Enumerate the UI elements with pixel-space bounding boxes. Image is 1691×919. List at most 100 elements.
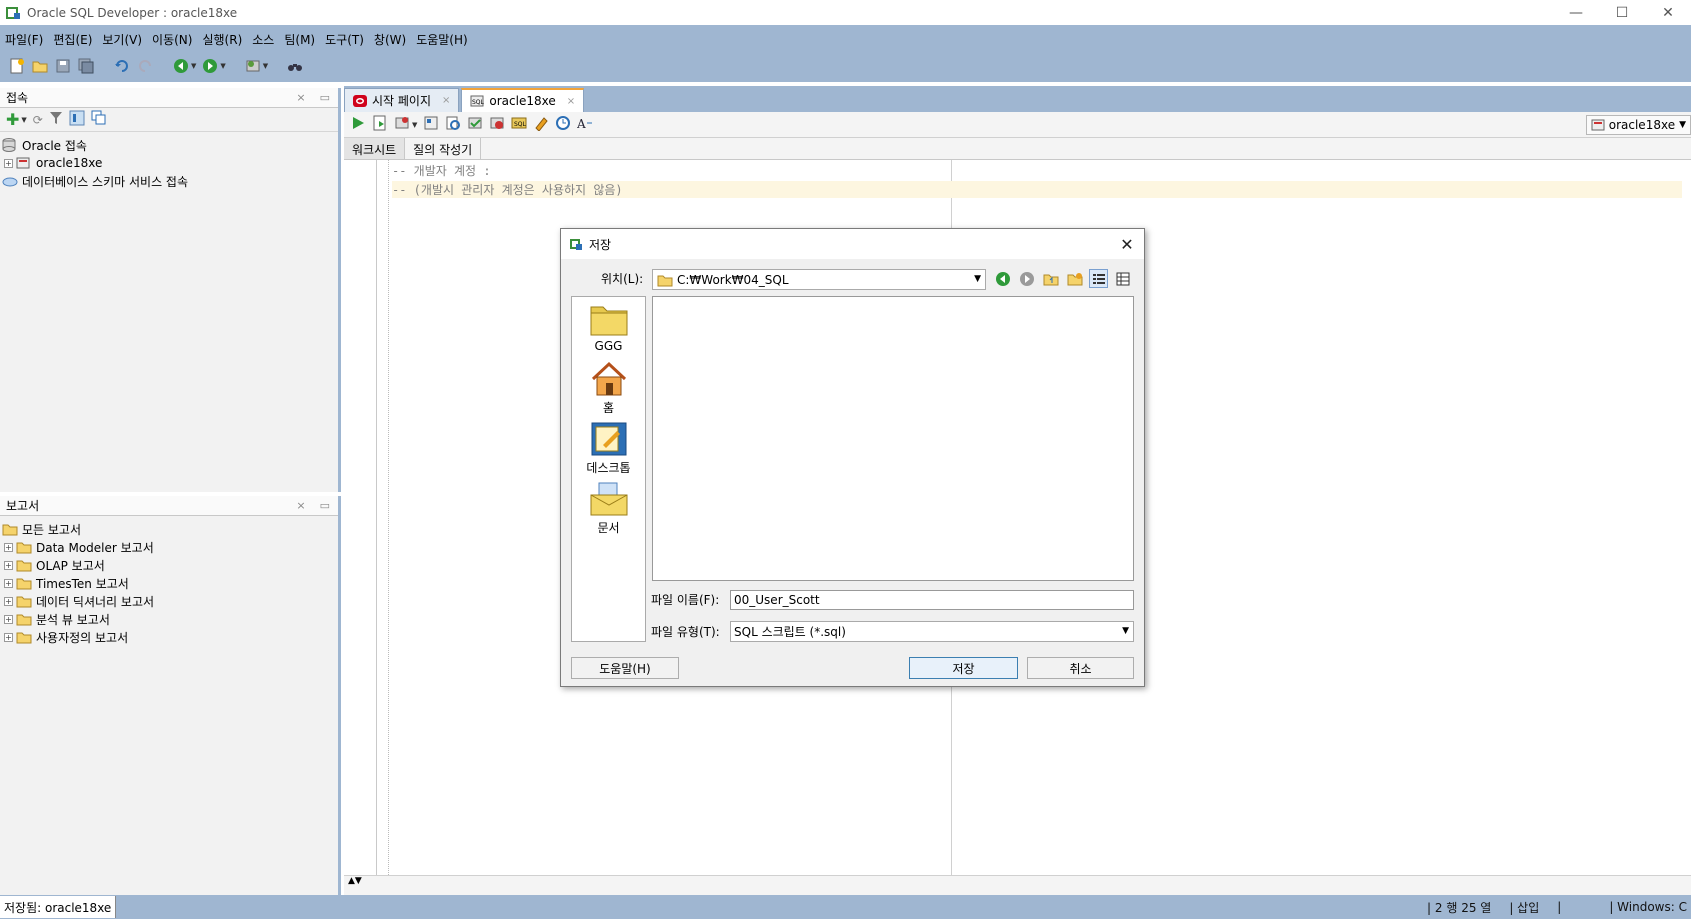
unshared-worksheet-icon[interactable]: SQL [511, 115, 527, 134]
editor-scroll-arrows[interactable]: ▲▼ [344, 875, 1691, 895]
close-icon[interactable]: ✕ [1116, 233, 1138, 255]
filter-icon[interactable] [49, 111, 63, 128]
sql-tuning-icon[interactable] [445, 115, 461, 134]
save-button[interactable]: 저장 [909, 657, 1018, 679]
save-icon[interactable] [54, 57, 72, 75]
menu-edit[interactable]: 편집(E) [48, 29, 97, 49]
connection-selector-value: oracle18xe [1608, 118, 1676, 132]
tree-item-timesten-reports[interactable]: + TimesTen 보고서 [0, 574, 338, 592]
add-connection-icon[interactable]: ✚ [6, 110, 19, 129]
cancel-button[interactable]: 취소 [1027, 657, 1134, 679]
rollback-icon[interactable] [489, 115, 505, 134]
file-list[interactable] [652, 296, 1134, 581]
menu-run[interactable]: 실행(R) [197, 29, 247, 49]
back-icon[interactable] [172, 57, 190, 75]
back-icon[interactable] [993, 269, 1012, 288]
autotrace-icon[interactable] [394, 115, 410, 134]
close-panel-icon[interactable]: × [296, 499, 305, 512]
format-icon[interactable]: A [576, 115, 593, 134]
close-tab-icon[interactable]: × [567, 96, 575, 107]
connections-toolbar: ✚ ▼ ⟳ [0, 108, 338, 132]
expand-icon[interactable]: + [4, 560, 13, 570]
new-file-icon[interactable] [8, 57, 26, 75]
commit-icon[interactable] [467, 115, 483, 134]
expand-icon[interactable]: + [4, 614, 13, 624]
tree-item-data-modeler-reports[interactable]: + Data Modeler 보고서 [0, 538, 338, 556]
tree-item-label: Data Modeler 보고서 [36, 540, 154, 555]
redo-icon[interactable] [136, 57, 154, 75]
add-connection-dropdown-icon[interactable]: ▼ [21, 116, 26, 124]
tab-oracle18xe[interactable]: SQL oracle18xe × [461, 88, 585, 112]
place-label: 문서 [597, 521, 620, 535]
tree-item-all-reports[interactable]: 모든 보고서 [0, 520, 338, 538]
place-documents[interactable]: 문서 [572, 481, 645, 536]
menu-tools[interactable]: 도구(T) [320, 29, 369, 49]
maximize-button[interactable]: ☐ [1599, 0, 1645, 25]
tab-worksheet[interactable]: 워크시트 [344, 138, 406, 159]
menu-window[interactable]: 창(W) [369, 29, 411, 49]
tree-item-data-dictionary-reports[interactable]: + 데이터 딕셔너리 보고서 [0, 592, 338, 610]
tree-item-olap-reports[interactable]: + OLAP 보고서 [0, 556, 338, 574]
tree-item-analytic-view-reports[interactable]: + 분석 뷰 보고서 [0, 610, 338, 628]
minimize-panel-icon[interactable]: ▭ [320, 499, 330, 512]
menu-team[interactable]: 팀(M) [279, 29, 320, 49]
schema-browser-icon[interactable] [69, 110, 85, 129]
minimize-panel-icon[interactable]: ▭ [320, 91, 330, 104]
connection-selector[interactable]: oracle18xe ▼ [1585, 115, 1691, 135]
undo-icon[interactable] [113, 57, 131, 75]
expand-icon[interactable]: + [4, 578, 13, 588]
tree-item-cloud-connections[interactable]: 데이터베이스 스키마 서비스 접속 [0, 172, 338, 190]
menu-help[interactable]: 도움말(H) [411, 29, 473, 49]
forward-dropdown-icon[interactable]: ▼ [220, 62, 225, 70]
menu-view[interactable]: 보기(V) [97, 29, 147, 49]
close-window-button[interactable]: ✕ [1645, 0, 1691, 25]
place-label: GGG [594, 339, 623, 353]
menu-bar: 파일(F) 편집(E) 보기(V) 이동(N) 실행(R) 소스 팀(M) 도구… [0, 29, 473, 49]
filetype-dropdown[interactable]: SQL 스크립트 (*.sql) ▼ [730, 621, 1134, 642]
expand-icon[interactable]: + [4, 158, 13, 168]
place-desktop[interactable]: 데스크톱 [572, 421, 645, 476]
binoculars-icon[interactable] [286, 57, 304, 75]
close-panel-icon[interactable]: × [296, 91, 305, 104]
menu-source[interactable]: 소스 [247, 29, 279, 49]
new-folder-icon[interactable] [1065, 269, 1084, 288]
back-dropdown-icon[interactable]: ▼ [191, 62, 196, 70]
expand-icon[interactable]: + [4, 596, 13, 606]
clear-icon[interactable] [533, 115, 549, 134]
history-icon[interactable] [555, 115, 571, 134]
explain-plan-icon[interactable] [423, 115, 439, 134]
tree-item-oracle-connections[interactable]: Oracle 접속 [0, 136, 338, 154]
place-home[interactable]: 홈 [572, 361, 645, 416]
place-ggg[interactable]: GGG [572, 301, 645, 353]
tree-item-oracle18xe[interactable]: + oracle18xe [0, 154, 338, 172]
location-dropdown[interactable]: C:₩Work₩04_SQL ▼ [652, 269, 986, 290]
save-all-icon[interactable] [77, 57, 95, 75]
autotrace-dropdown-icon[interactable]: ▼ [412, 121, 417, 129]
minimize-button[interactable]: — [1553, 0, 1599, 25]
location-value: C:₩Work₩04_SQL [677, 272, 789, 287]
open-folder-icon[interactable] [31, 57, 49, 75]
tree-item-user-defined-reports[interactable]: + 사용자정의 보고서 [0, 628, 338, 646]
menu-file[interactable]: 파일(F) [0, 29, 48, 49]
location-label: 위치(L): [601, 272, 644, 286]
tab-query-builder[interactable]: 질의 작성기 [405, 138, 482, 159]
refresh-icon[interactable]: ⟳ [33, 113, 43, 127]
sql-worksheet-icon[interactable] [244, 57, 262, 75]
filename-input[interactable] [730, 590, 1134, 610]
expand-icon[interactable]: + [4, 542, 13, 552]
list-view-icon[interactable] [1089, 269, 1108, 288]
help-button[interactable]: 도움말(H) [571, 657, 679, 679]
details-view-icon[interactable] [1113, 269, 1132, 288]
forward-icon[interactable] [201, 57, 219, 75]
tab-label: oracle18xe [489, 94, 556, 108]
expand-icon[interactable]: + [4, 632, 13, 642]
run-script-icon[interactable] [372, 115, 388, 134]
up-folder-icon[interactable] [1041, 269, 1060, 288]
menu-navigate[interactable]: 이동(N) [147, 29, 197, 49]
forward-icon[interactable] [1017, 269, 1036, 288]
sql-worksheet-dropdown-icon[interactable]: ▼ [263, 62, 268, 70]
collapse-icon[interactable] [91, 110, 107, 129]
tab-start-page[interactable]: 시작 페이지 × [344, 88, 460, 112]
run-statement-icon[interactable] [350, 115, 366, 134]
close-tab-icon[interactable]: × [442, 95, 450, 106]
